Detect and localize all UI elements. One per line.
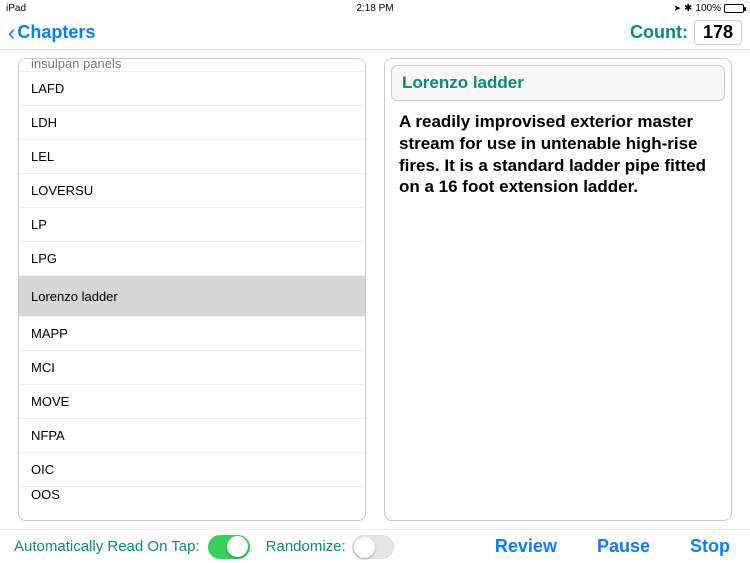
list-item[interactable]: NFPA — [19, 419, 365, 453]
pause-button[interactable]: Pause — [597, 536, 650, 557]
term-list[interactable]: insulpan panels LAFD LDH LEL LOVERSU LP … — [19, 59, 365, 520]
review-button[interactable]: Review — [495, 536, 557, 557]
list-item[interactable]: OOS — [19, 487, 365, 500]
list-item[interactable]: LAFD — [19, 72, 365, 106]
device-label: iPad — [6, 3, 26, 14]
list-item[interactable]: insulpan panels — [19, 59, 365, 72]
randomize-toggle[interactable] — [352, 535, 394, 559]
auto-read-label: Automatically Read On Tap: — [14, 538, 200, 555]
list-item[interactable]: OIC — [19, 453, 365, 487]
status-bar: iPad 2:18 PM ➤ ✱ 100% — [0, 0, 750, 16]
bottom-toolbar: Automatically Read On Tap: Randomize: Re… — [0, 529, 750, 563]
location-icon: ➤ — [673, 3, 681, 14]
list-item[interactable]: LP — [19, 208, 365, 242]
definition-panel: Lorenzo ladder A readily improvised exte… — [384, 58, 732, 521]
randomize-label: Randomize: — [266, 538, 346, 555]
stop-button[interactable]: Stop — [690, 536, 730, 557]
list-item[interactable]: LPG — [19, 242, 365, 276]
list-item[interactable]: MOVE — [19, 385, 365, 419]
list-item[interactable]: MAPP — [19, 317, 365, 351]
count-label: Count: — [630, 22, 688, 43]
nav-header: ‹ Chapters Count: 178 — [0, 16, 750, 50]
back-button[interactable]: ‹ Chapters — [8, 22, 95, 43]
term-title: Lorenzo ladder — [391, 65, 725, 101]
bluetooth-icon: ✱ — [684, 3, 692, 14]
term-list-panel: insulpan panels LAFD LDH LEL LOVERSU LP … — [18, 58, 366, 521]
list-item-selected[interactable]: Lorenzo ladder — [19, 276, 365, 317]
chevron-left-icon: ‹ — [8, 24, 15, 42]
count-value: 178 — [694, 20, 742, 45]
list-item[interactable]: MCI — [19, 351, 365, 385]
term-definition: A readily improvised exterior master str… — [385, 101, 731, 198]
status-time: 2:18 PM — [356, 3, 393, 14]
battery-pct: 100% — [695, 3, 721, 14]
auto-read-toggle[interactable] — [208, 535, 250, 559]
back-label: Chapters — [17, 22, 95, 43]
list-item[interactable]: LOVERSU — [19, 174, 365, 208]
list-item[interactable]: LDH — [19, 106, 365, 140]
battery-icon — [724, 4, 744, 13]
list-item[interactable]: LEL — [19, 140, 365, 174]
